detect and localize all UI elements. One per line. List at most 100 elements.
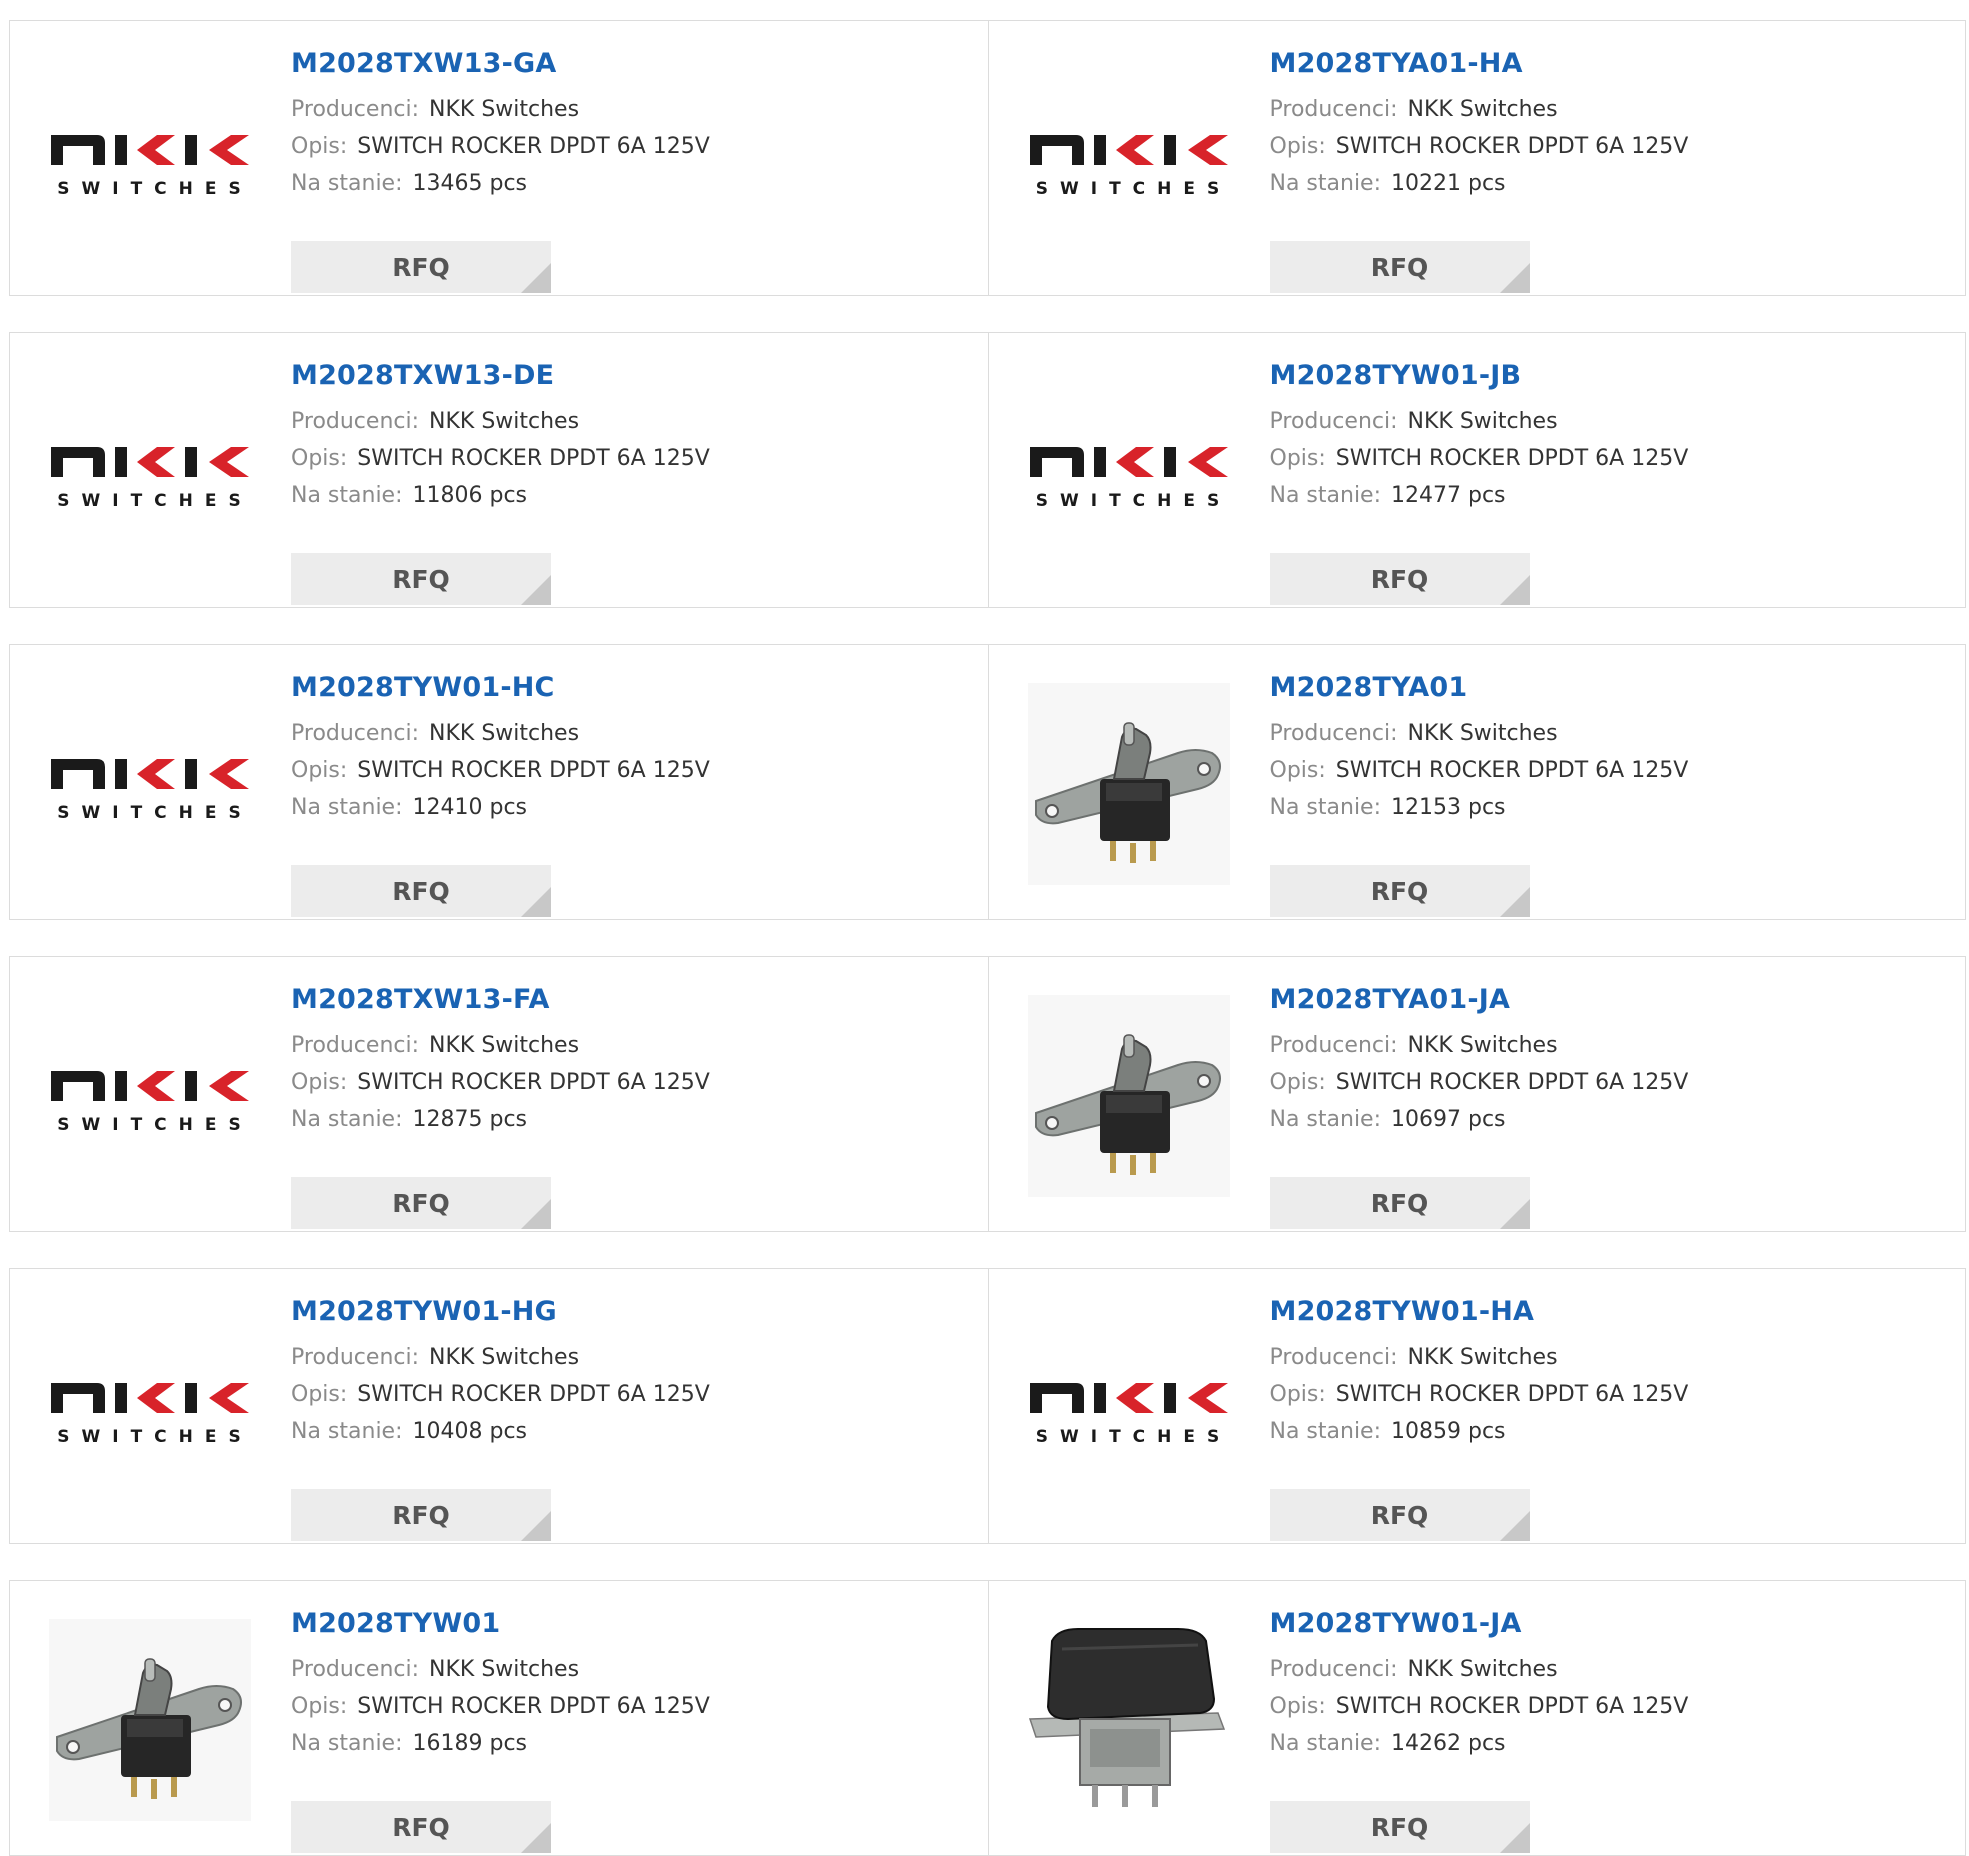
product-info: M2028TYA01-HA Producenci: NKK Switches Opis… — [1269, 47, 1689, 293]
description-line: Opis: SWITCH ROCKER DPDT 6A 125V — [291, 128, 710, 165]
part-number-link[interactable]: M2028TYA01-JA — [1270, 983, 1689, 1017]
manufacturer-label: Producenci: — [1269, 1345, 1398, 1370]
rfq-button[interactable]: RFQ — [1269, 241, 1530, 293]
product-image[interactable] — [1027, 1619, 1230, 1821]
part-number-link[interactable]: M2028TXW13-GA — [291, 47, 710, 81]
stock-value: 10408 pcs — [412, 1419, 528, 1444]
product-card: M2028TYW01 Producenci: NKK Switches Opis: SW… — [10, 1581, 988, 1855]
stock-label: Na stanie: — [291, 1419, 403, 1444]
rfq-label: RFQ — [1370, 564, 1429, 594]
description-label: Opis: — [1269, 758, 1326, 783]
rfq-button[interactable]: RFQ — [291, 865, 551, 917]
manufacturer-value: NKK Switches — [1407, 97, 1558, 122]
part-number-link[interactable]: M2028TYW01-JA — [1270, 1607, 1689, 1641]
stock-label: Na stanie: — [291, 1731, 403, 1756]
nkk-logo: SWITCHES — [1028, 59, 1230, 261]
product-row: SWITCHES M2028TYW01-HC Producenci: NKK Swit… — [9, 644, 1966, 920]
rfq-button[interactable]: RFQ — [291, 1177, 551, 1229]
part-number-link[interactable]: M2028TYW01-JB — [1270, 359, 1689, 393]
product-card: SWITCHES M2028TYW01-HA Producenci: NKK Swit… — [987, 1269, 1966, 1543]
part-number-link[interactable]: M2028TXW13-DE — [291, 359, 710, 393]
stock-label: Na stanie: — [291, 1107, 403, 1132]
part-number-link[interactable]: M2028TYA01-HA — [1270, 47, 1689, 81]
part-number-link[interactable]: M2028TYW01-HC — [291, 671, 710, 705]
description-line: Opis: SWITCH ROCKER DPDT 6A 125V — [291, 752, 710, 789]
description-label: Opis: — [1269, 1070, 1326, 1095]
manufacturer-label: Producenci: — [1269, 721, 1398, 746]
nkk-logo: SWITCHES — [1028, 1307, 1230, 1509]
stock-value: 13465 pcs — [412, 171, 528, 196]
corner-triangle-icon — [1499, 1823, 1530, 1853]
manufacturer-value: NKK Switches — [429, 721, 580, 746]
rfq-label: RFQ — [392, 1188, 450, 1218]
manufacturer-line: Producenci: NKK Switches — [291, 403, 710, 440]
corner-triangle-icon — [521, 1199, 551, 1229]
rfq-button[interactable]: RFQ — [291, 241, 551, 293]
stock-value: 16189 pcs — [412, 1731, 528, 1756]
product-card: M2028TYA01 Producenci: NKK Switches Opis: SW… — [987, 645, 1966, 919]
product-info: M2028TXW13-DE Producenci: NKK Switches Opis… — [291, 359, 710, 605]
description-value: SWITCH ROCKER DPDT 6A 125V — [1335, 1382, 1689, 1407]
logo-subtitle: SWITCHES — [1035, 491, 1232, 511]
part-number-link[interactable]: M2028TYW01 — [291, 1607, 710, 1641]
rfq-label: RFQ — [1370, 1812, 1429, 1842]
logo-subtitle: SWITCHES — [1035, 179, 1232, 199]
manufacturer-line: Producenci: NKK Switches — [1270, 1339, 1689, 1376]
description-line: Opis: SWITCH ROCKER DPDT 6A 125V — [1270, 440, 1689, 477]
manufacturer-value: NKK Switches — [1407, 721, 1558, 746]
logo-subtitle: SWITCHES — [57, 179, 253, 199]
logo-subtitle: SWITCHES — [57, 803, 253, 823]
manufacturer-label: Producenci: — [1269, 1033, 1398, 1058]
part-number-link[interactable]: M2028TYW01-HA — [1270, 1295, 1689, 1329]
manufacturer-value: NKK Switches — [429, 1345, 580, 1370]
part-number-link[interactable]: M2028TXW13-FA — [291, 983, 710, 1017]
corner-triangle-icon — [1499, 263, 1530, 293]
stock-label: Na stanie: — [1269, 171, 1382, 196]
description-line: Opis: SWITCH ROCKER DPDT 6A 125V — [291, 1688, 710, 1725]
nkk-logo: SWITCHES — [49, 995, 251, 1197]
rfq-button[interactable]: RFQ — [291, 553, 551, 605]
product-row: SWITCHES M2028TXW13-FA Producenci: NKK Swit… — [9, 956, 1966, 1232]
manufacturer-label: Producenci: — [291, 1345, 420, 1370]
product-card: SWITCHES M2028TYA01-HA Producenci: NKK Swit… — [987, 21, 1966, 295]
manufacturer-value: NKK Switches — [429, 1033, 580, 1058]
stock-label: Na stanie: — [1269, 483, 1382, 508]
description-line: Opis: SWITCH ROCKER DPDT 6A 125V — [1270, 128, 1689, 165]
logo-subtitle: SWITCHES — [57, 491, 253, 511]
stock-line: Na stanie: 10408 pcs — [291, 1413, 710, 1450]
description-value: SWITCH ROCKER DPDT 6A 125V — [1335, 758, 1689, 783]
manufacturer-label: Producenci: — [291, 1657, 420, 1682]
part-number-link[interactable]: M2028TYW01-HG — [291, 1295, 710, 1329]
description-label: Opis: — [1269, 1694, 1326, 1719]
description-value: SWITCH ROCKER DPDT 6A 125V — [357, 1382, 710, 1407]
stock-value: 12875 pcs — [412, 1107, 528, 1132]
corner-triangle-icon — [1499, 1199, 1530, 1229]
manufacturer-line: Producenci: NKK Switches — [1270, 403, 1689, 440]
product-image[interactable] — [1027, 995, 1230, 1197]
stock-value: 10697 pcs — [1391, 1107, 1506, 1132]
corner-triangle-icon — [521, 263, 551, 293]
product-info: M2028TYW01-JB Producenci: NKK Switches Opis… — [1269, 359, 1689, 605]
description-label: Opis: — [291, 446, 348, 471]
rfq-button[interactable]: RFQ — [291, 1489, 551, 1541]
description-label: Opis: — [1269, 1382, 1326, 1407]
rfq-label: RFQ — [392, 876, 450, 906]
rfq-button[interactable]: RFQ — [1269, 1489, 1530, 1541]
rfq-label: RFQ — [392, 564, 450, 594]
rfq-button[interactable]: RFQ — [1269, 865, 1530, 917]
description-value: SWITCH ROCKER DPDT 6A 125V — [357, 134, 710, 159]
description-value: SWITCH ROCKER DPDT 6A 125V — [1335, 134, 1689, 159]
product-card: SWITCHES M2028TXW13-DE Producenci: NKK Swit… — [10, 333, 988, 607]
rfq-button[interactable]: RFQ — [291, 1801, 551, 1853]
corner-triangle-icon — [1499, 1511, 1530, 1541]
manufacturer-line: Producenci: NKK Switches — [291, 1339, 710, 1376]
rfq-button[interactable]: RFQ — [1269, 1801, 1530, 1853]
product-image[interactable] — [49, 1619, 251, 1821]
manufacturer-label: Producenci: — [291, 1033, 420, 1058]
rfq-button[interactable]: RFQ — [1269, 1177, 1530, 1229]
product-image[interactable] — [1027, 683, 1230, 885]
part-number-link[interactable]: M2028TYA01 — [1270, 671, 1689, 705]
rfq-button[interactable]: RFQ — [1269, 553, 1530, 605]
stock-value: 10859 pcs — [1391, 1419, 1506, 1444]
product-row: SWITCHES M2028TXW13-DE Producenci: NKK Swit… — [9, 332, 1966, 608]
